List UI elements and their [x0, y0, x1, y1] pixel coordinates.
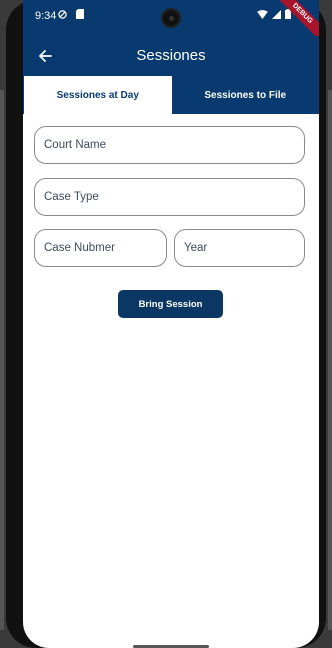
app-bar: Sessiones [23, 36, 319, 76]
side-edge-right [328, 90, 332, 630]
tab-sessiones-to-file[interactable]: Sessiones to File [171, 76, 319, 114]
case-number-field[interactable] [34, 229, 167, 267]
signal-icon [271, 10, 281, 19]
case-type-field[interactable] [34, 178, 305, 216]
tab-bar: Sessiones at Day Sessiones to File [23, 76, 319, 114]
page-title: Sessiones [136, 47, 206, 64]
case-type-input[interactable] [35, 179, 304, 215]
bring-session-button[interactable]: Bring Session [118, 290, 223, 318]
front-camera [161, 8, 181, 28]
year-field[interactable] [174, 229, 305, 267]
year-input[interactable] [175, 230, 304, 266]
sim-card-icon [76, 9, 85, 19]
app-screen: 9:34 DEBUG Sessiones Sessiones at Day Se… [23, 0, 319, 648]
status-left-icons [58, 9, 85, 21]
status-time: 9:34 [35, 10, 57, 22]
court-name-input[interactable] [35, 127, 304, 163]
side-edge-left [0, 90, 4, 630]
do-not-disturb-icon [58, 10, 67, 19]
status-right-icons [256, 9, 291, 21]
status-bar: 9:34 DEBUG [23, 0, 319, 43]
case-number-input[interactable] [35, 230, 166, 266]
tab-sessiones-at-day[interactable]: Sessiones at Day [23, 76, 172, 114]
wifi-icon [256, 10, 268, 19]
court-name-field[interactable] [34, 126, 305, 164]
